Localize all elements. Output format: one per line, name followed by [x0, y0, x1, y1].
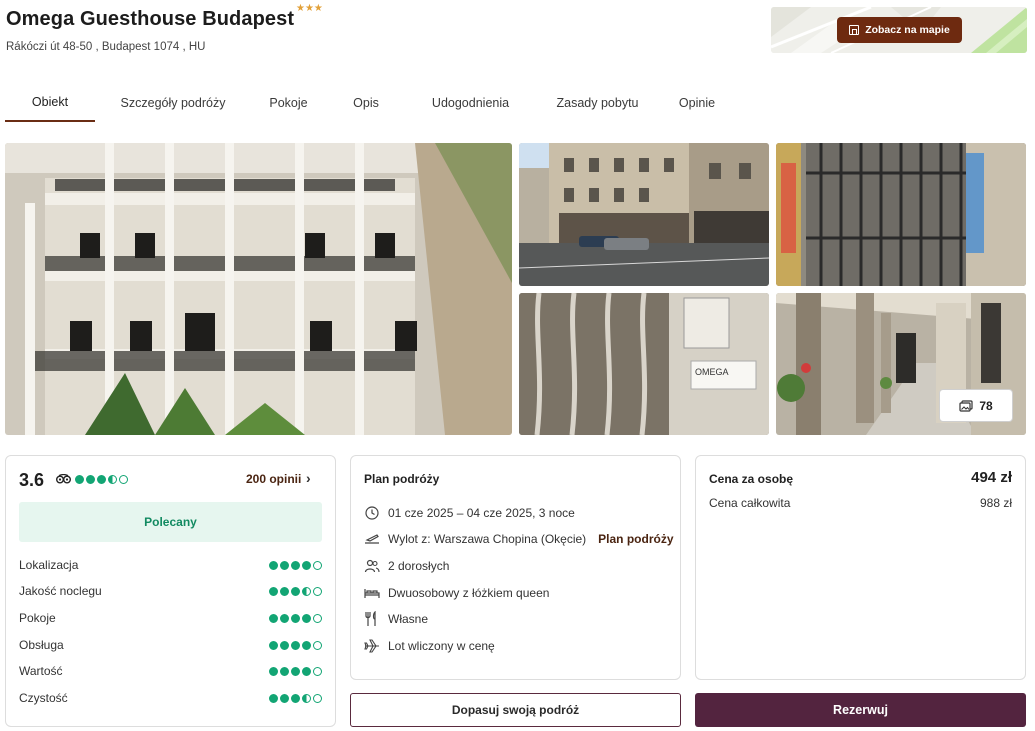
score-dots: [269, 666, 322, 676]
people-icon: [364, 559, 380, 573]
photo-count-button[interactable]: 78: [939, 389, 1013, 422]
section-tabs: Obiekt Szczegóły podróży Pokoje Opis Udo…: [5, 84, 734, 124]
plan-meals-text: Własne: [388, 612, 429, 626]
customize-trip-button[interactable]: Dopasuj swoją podróż: [350, 693, 681, 727]
plan-room-text: Dwuosobowy z łóżkiem queen: [388, 586, 550, 600]
calendar-clock-icon: [365, 506, 379, 520]
plan-departure-text: Wylot z: Warszawa Chopina (Okęcie): [388, 532, 587, 546]
plan-dates: 01 cze 2025 – 04 cze 2025, 3 noce: [364, 505, 575, 521]
score-label: Czystość: [19, 691, 68, 705]
reviews-link[interactable]: 200 opinii: [246, 472, 301, 486]
recommendation-badge: Polecany: [19, 502, 322, 542]
tab-rooms[interactable]: Pokoje: [251, 84, 326, 122]
plan-flight-text: Lot wliczony w cenę: [388, 639, 495, 653]
gallery-icon: [959, 399, 973, 412]
price-card: [695, 455, 1026, 680]
plan-details-link[interactable]: Plan podróży: [598, 532, 673, 546]
tab-obiekt[interactable]: Obiekt: [5, 84, 95, 122]
score-row-cleanliness: Czystość: [19, 691, 322, 705]
map-pin-icon: [849, 25, 860, 35]
plan-dates-text: 01 cze 2025 – 04 cze 2025, 3 noce: [388, 506, 575, 520]
score-label: Jakość noclegu: [19, 584, 102, 598]
photo-count-label: 78: [979, 398, 993, 413]
score-row-quality: Jakość noclegu: [19, 584, 322, 598]
tab-house-rules[interactable]: Zasady pobytu: [535, 84, 660, 122]
show-on-map-label: Zobacz na mapie: [865, 24, 950, 36]
cutlery-icon: [365, 611, 376, 626]
tripadvisor-icon: [56, 474, 71, 484]
score-dots: [269, 586, 322, 596]
svg-text:OMEGA: OMEGA: [695, 367, 729, 377]
hotel-address: Rákóczi út 48-50 , Budapest 1074 , HU: [6, 41, 206, 53]
price-per-person-label: Cena za osobę: [709, 472, 794, 486]
tab-description[interactable]: Opis: [326, 84, 406, 122]
plane-icon: [364, 639, 379, 653]
entrance-gate-photo[interactable]: [776, 143, 1026, 286]
score-label: Lokalizacja: [19, 558, 79, 572]
rating-score: 3.6: [19, 470, 45, 490]
price-per-person-value: 494 zł: [971, 469, 1012, 486]
tab-travel-details[interactable]: Szczegóły podróży: [95, 84, 251, 122]
plane-takeoff-icon: [365, 534, 379, 544]
street-photo[interactable]: [519, 143, 769, 286]
main-photo[interactable]: [5, 143, 512, 435]
score-label: Pokoje: [19, 611, 56, 625]
score-row-location: Lokalizacja: [19, 558, 322, 572]
plan-room: Dwuosobowy z łóżkiem queen: [364, 585, 549, 601]
chevron-right-icon[interactable]: ›: [306, 470, 311, 486]
doorbell-photo[interactable]: OMEGA: [519, 293, 769, 435]
tab-reviews[interactable]: Opinie: [660, 84, 734, 122]
score-label: Obsługa: [19, 638, 64, 652]
plan-meals: Własne: [364, 611, 428, 627]
hotel-name: Omega Guesthouse Budapest: [6, 8, 295, 30]
score-dots: [269, 613, 322, 623]
score-row-service: Obsługa: [19, 638, 322, 652]
plan-guests: 2 dorosłych: [364, 558, 449, 574]
score-row-value: Wartość: [19, 664, 322, 678]
show-on-map-button[interactable]: Zobacz na mapie: [837, 17, 962, 43]
plan-guests-text: 2 dorosłych: [388, 559, 450, 573]
tripadvisor-rating: [56, 474, 128, 484]
score-dots: [269, 640, 322, 650]
total-price-value: 988 zł: [979, 496, 1012, 510]
score-dots: [269, 560, 322, 570]
bed-icon: [364, 589, 380, 598]
score-dots: [269, 693, 322, 703]
book-button[interactable]: Rezerwuj: [695, 693, 1026, 727]
total-price-label: Cena całkowita: [709, 496, 791, 510]
star-rating: ★★★: [296, 3, 323, 14]
score-label: Wartość: [19, 664, 63, 678]
trip-plan-title: Plan podróży: [364, 472, 440, 486]
tab-amenities[interactable]: Udogodnienia: [406, 84, 535, 122]
score-row-rooms: Pokoje: [19, 611, 322, 625]
plan-flight: Lot wliczony w cenę: [364, 638, 495, 654]
plan-departure: Wylot z: Warszawa Chopina (Okęcie) Plan …: [364, 531, 674, 547]
rating-dots: [75, 474, 128, 484]
